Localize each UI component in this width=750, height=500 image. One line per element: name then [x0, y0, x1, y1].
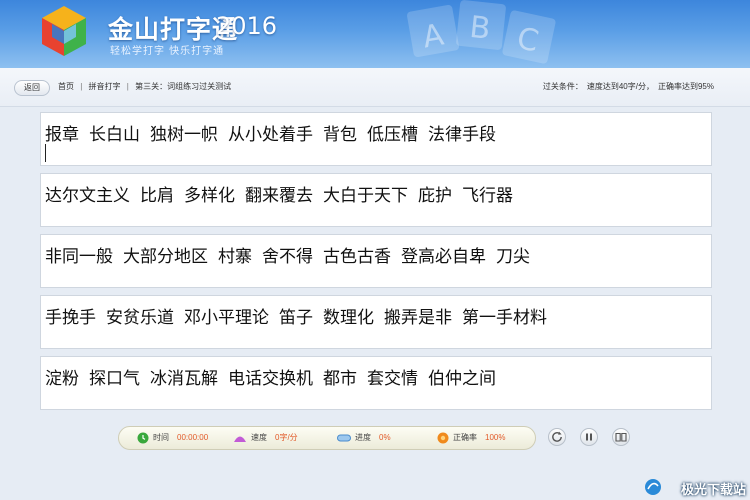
breadcrumb: 首页 | 拼音打字 | 第三关：词组练习过关测试 [58, 81, 235, 92]
clock-icon [137, 432, 149, 444]
text-caret [45, 144, 46, 162]
app-slogan: 轻松学打字 快乐打字通 [110, 46, 225, 57]
word: 多样化 [184, 186, 235, 206]
restart-icon [552, 431, 562, 442]
word: 伯仲之间 [428, 369, 496, 389]
pass-condition: 过关条件： 速度达到40字/分， 正确率达到95% [539, 81, 714, 92]
word: 从小处着手 [228, 125, 313, 145]
practice-area: 报章 长白山 独树一帜 从小处着手 背包 低压槽 法律手段 达尔文主义 比肩 多样化 翻来覆去 大白… [40, 112, 712, 417]
speed-icon [234, 436, 246, 442]
practice-line[interactable]: 手挽手 安贫乐道 邓小平理论 笛子 数理化 搬弄是非 第一手材料 [40, 295, 712, 349]
word: 低压槽 [367, 125, 418, 145]
pass-condition-accuracy: 正确率达到95% [657, 82, 714, 91]
word: 电话交换机 [228, 369, 313, 389]
word: 飞行器 [462, 186, 513, 206]
accuracy-icon [437, 432, 449, 444]
line-text: 报章 长白山 独树一帜 从小处着手 背包 低压槽 法律手段 [45, 120, 711, 145]
time-value: 00:00:00 [177, 433, 209, 442]
status-bar: 时间 00:00:00 速度 0字/分 进度 0% 正确率 100% [118, 426, 536, 450]
breadcrumb-pinyin[interactable]: 拼音打字 [89, 82, 121, 91]
word: 冰消瓦解 [150, 369, 218, 389]
accuracy-stat: 正确率 100% [437, 431, 505, 445]
breadcrumb-separator: | [126, 82, 129, 91]
word: 笛子 [279, 308, 313, 328]
progress-icon [337, 434, 351, 442]
word: 第一手材料 [462, 308, 547, 328]
word: 邓小平理论 [184, 308, 269, 328]
word: 刀尖 [496, 247, 530, 267]
word: 非同一般 [45, 247, 113, 267]
restart-button[interactable] [548, 428, 566, 446]
watermark: 极光下载站 [680, 483, 746, 498]
word: 报章 [45, 125, 79, 145]
app-year: 2016 [216, 12, 278, 40]
time-stat: 时间 00:00:00 [137, 431, 208, 445]
progress-label: 进度 [355, 433, 371, 442]
breadcrumb-separator: | [80, 82, 83, 91]
breadcrumb-home[interactable]: 首页 [58, 82, 74, 91]
line-text: 非同一般 大部分地区 村寨 舍不得 古色古香 登高必自卑 刀尖 [45, 242, 711, 267]
accuracy-label: 正确率 [453, 433, 477, 442]
practice-line[interactable]: 非同一般 大部分地区 村寨 舍不得 古色古香 登高必自卑 刀尖 [40, 234, 712, 288]
progress-value: 0% [379, 433, 391, 442]
word: 法律手段 [428, 125, 496, 145]
breadcrumb-current: 第三关：词组练习过关测试 [135, 82, 232, 91]
word: 安贫乐道 [106, 308, 174, 328]
word: 大部分地区 [123, 247, 208, 267]
practice-line[interactable]: 淀粉 探口气 冰消瓦解 电话交换机 都市 套交情 伯仲之间 [40, 356, 712, 410]
line-text: 淀粉 探口气 冰消瓦解 电话交换机 都市 套交情 伯仲之间 [45, 364, 711, 389]
practice-line[interactable]: 报章 长白山 独树一帜 从小处着手 背包 低压槽 法律手段 [40, 112, 712, 166]
word: 大白于天下 [323, 186, 408, 206]
progress-stat: 进度 0% [337, 431, 391, 445]
word: 长白山 [89, 125, 140, 145]
line-text: 达尔文主义 比肩 多样化 翻来覆去 大白于天下 庇护 飞行器 [45, 181, 711, 206]
toolbar: 返回 首页 | 拼音打字 | 第三关：词组练习过关测试 过关条件： 速度达到40字… [0, 68, 750, 107]
speed-stat: 速度 0字/分 [233, 431, 298, 445]
pass-condition-speed: 速度达到40字/分， [586, 82, 654, 91]
word: 比肩 [140, 186, 174, 206]
pass-condition-label: 过关条件： [542, 82, 583, 91]
pause-icon [586, 433, 592, 441]
word: 数理化 [323, 308, 374, 328]
word: 都市 [323, 369, 357, 389]
word: 淀粉 [45, 369, 79, 389]
svg-text:B: B [468, 10, 492, 47]
word: 搬弄是非 [384, 308, 452, 328]
app-header: 金山打字通 2016 轻松学打字 快乐打字通 A B C [0, 0, 750, 68]
watermark-logo-icon [645, 479, 661, 495]
abc-blocks-decoration: A B C [406, 0, 556, 64]
word: 手挽手 [45, 308, 96, 328]
word: 背包 [323, 125, 357, 145]
time-label: 时间 [153, 433, 169, 442]
course-book-button[interactable] [612, 428, 630, 446]
word: 达尔文主义 [45, 186, 130, 206]
book-icon [615, 432, 627, 442]
speed-label: 速度 [251, 433, 267, 442]
practice-line[interactable]: 达尔文主义 比肩 多样化 翻来覆去 大白于天下 庇护 飞行器 [40, 173, 712, 227]
word: 探口气 [89, 369, 140, 389]
word: 独树一帜 [150, 125, 218, 145]
app-logo-icon [42, 6, 86, 56]
line-text: 手挽手 安贫乐道 邓小平理论 笛子 数理化 搬弄是非 第一手材料 [45, 303, 711, 328]
word: 古色古香 [323, 247, 391, 267]
word: 村寨 [218, 247, 252, 267]
speed-value: 0字/分 [275, 433, 298, 442]
word: 庇护 [418, 186, 452, 206]
word: 翻来覆去 [245, 186, 313, 206]
accuracy-value: 100% [485, 433, 506, 442]
word: 舍不得 [262, 247, 313, 267]
pause-button[interactable] [580, 428, 598, 446]
word: 套交情 [367, 369, 418, 389]
back-button[interactable]: 返回 [14, 80, 50, 96]
word: 登高必自卑 [401, 247, 486, 267]
